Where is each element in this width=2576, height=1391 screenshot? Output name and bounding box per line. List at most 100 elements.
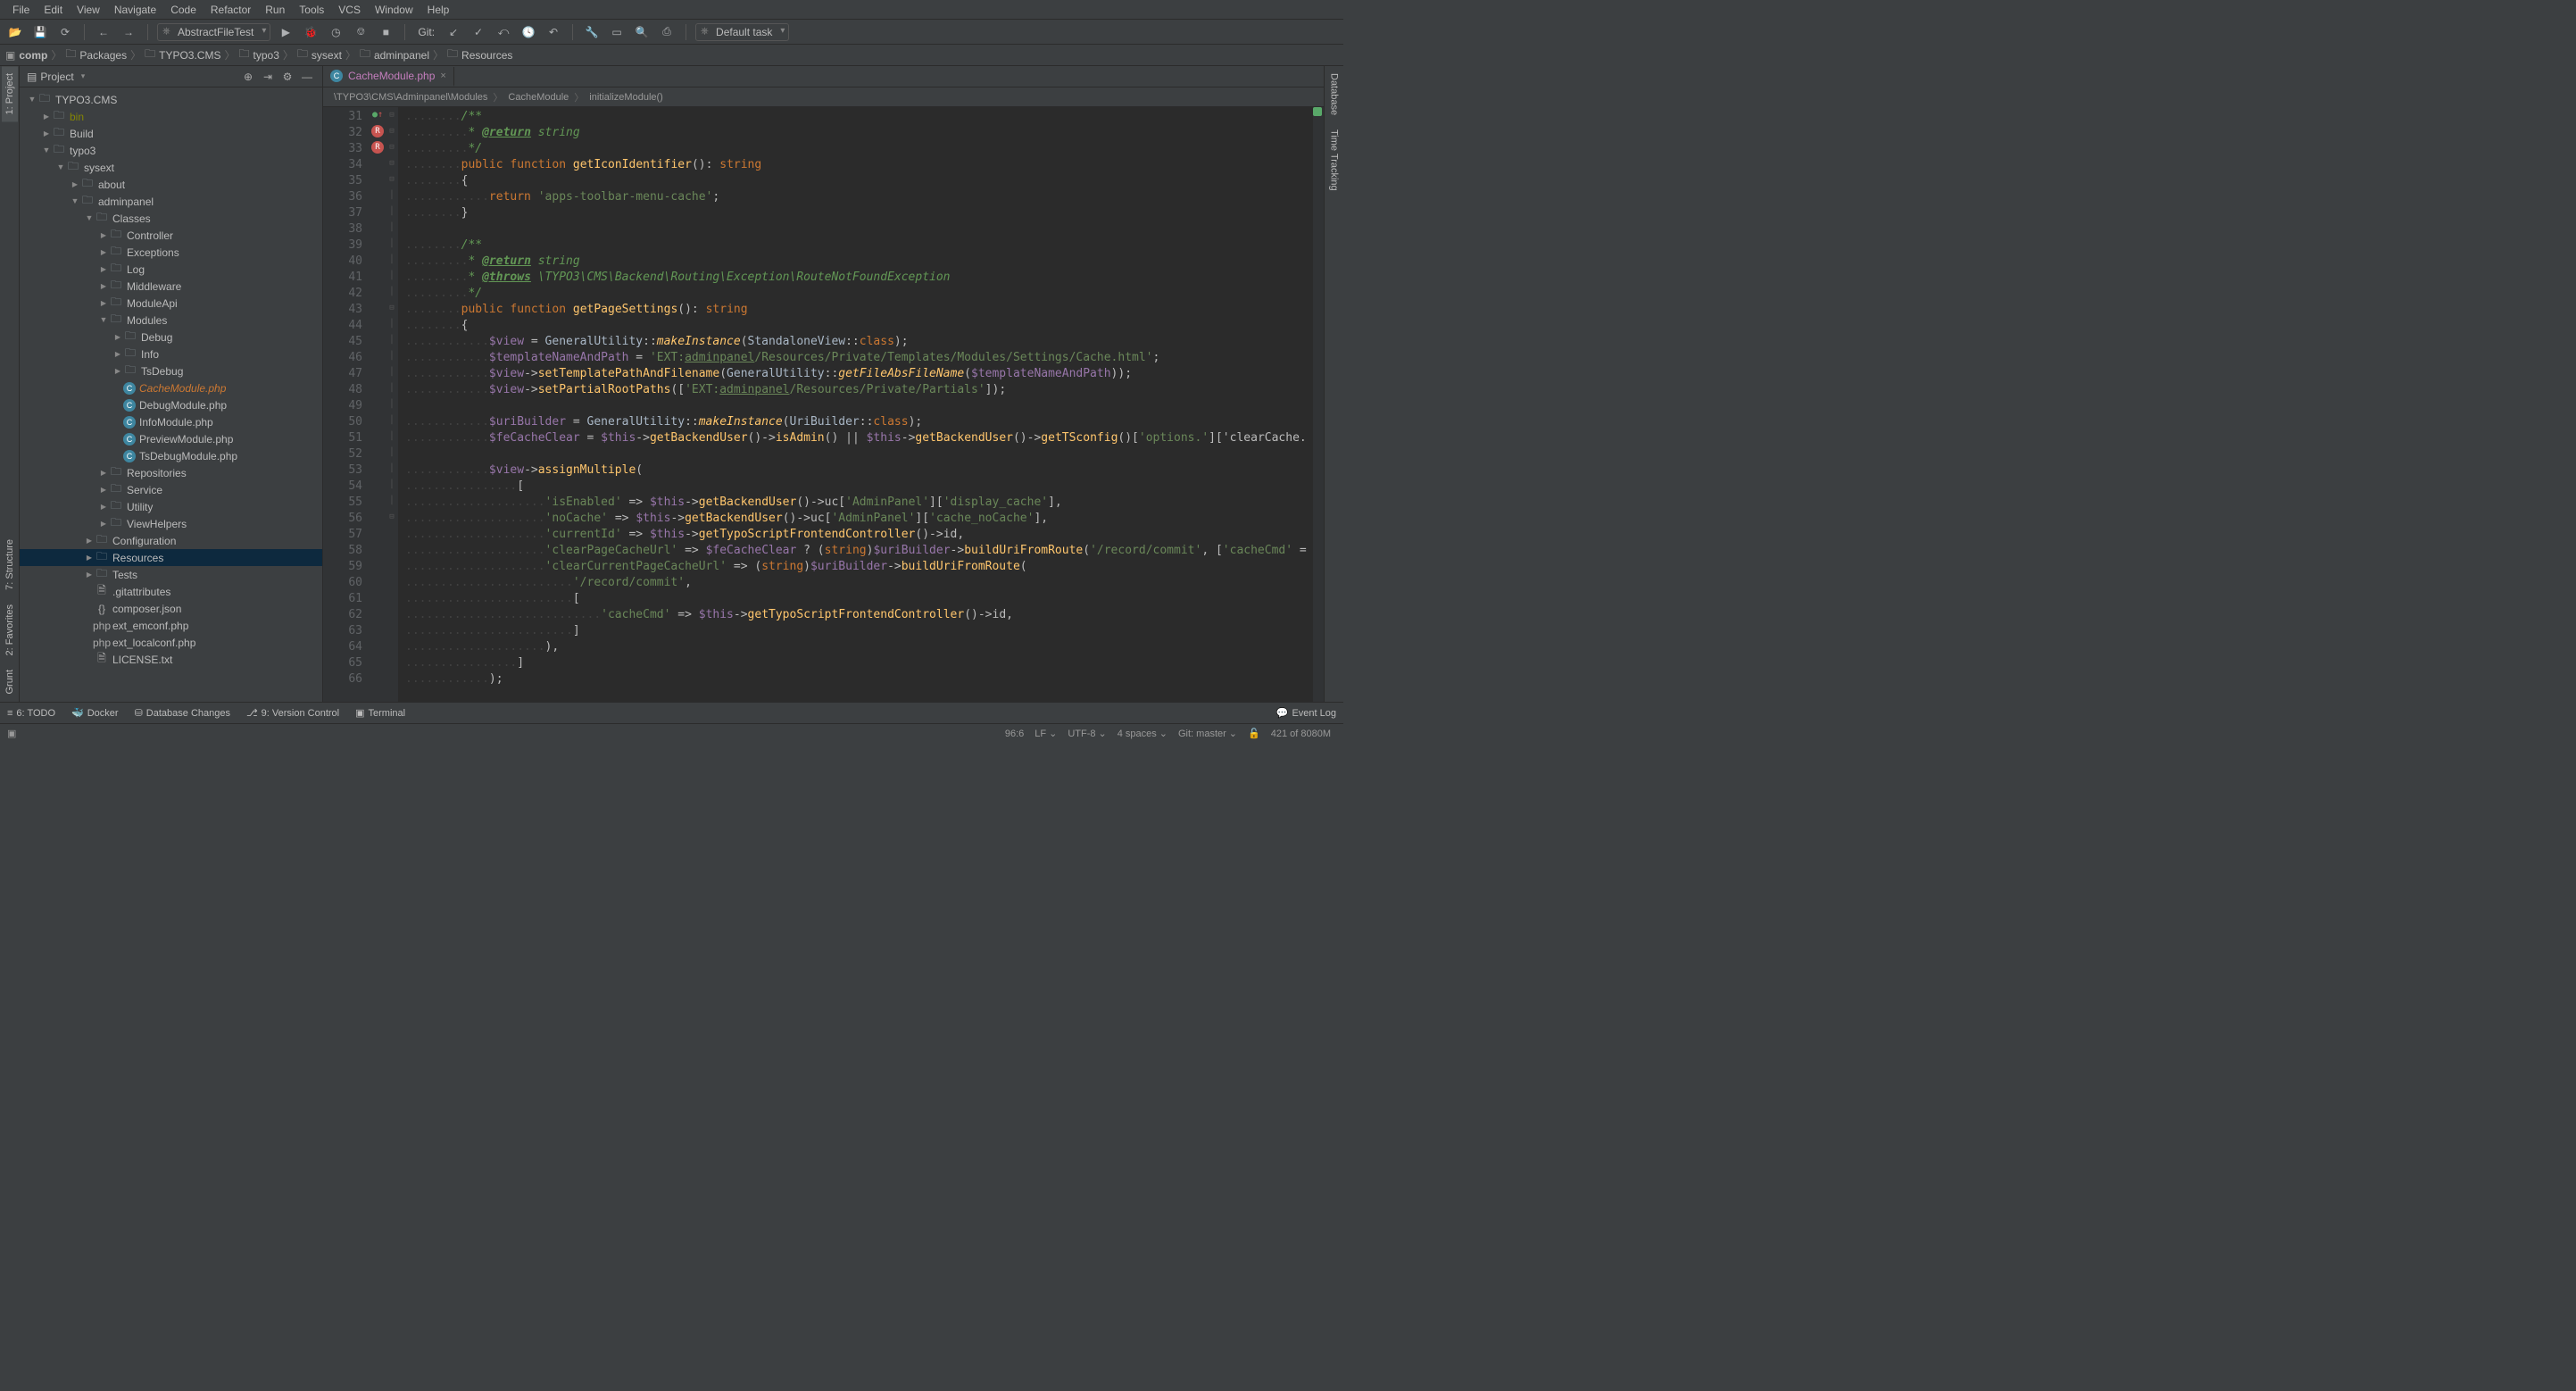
run-config-combo[interactable]: AbstractFileTest	[157, 23, 270, 41]
tree-file[interactable]: phpext_localconf.php	[20, 634, 322, 651]
breadcrumb-item[interactable]: ▣comp	[5, 49, 47, 62]
code-editor[interactable]: 3132333435363738394041424344454647484950…	[323, 107, 1324, 702]
chevron-right-icon[interactable]	[70, 179, 80, 189]
tree-folder[interactable]: 🗀Log	[20, 261, 322, 278]
tree-folder[interactable]: 🗀Tests	[20, 566, 322, 583]
tool-tab-database[interactable]: Database	[1326, 66, 1342, 122]
chevron-down-icon[interactable]	[27, 95, 37, 104]
collapse-icon[interactable]: ⇥	[260, 69, 276, 85]
project-tree[interactable]: 🗀TYPO3.CMS🗀bin🗀Build🗀typo3🗀sysext🗀about🗀…	[20, 87, 322, 702]
tree-folder[interactable]: 🗀about	[20, 176, 322, 193]
chevron-right-icon[interactable]	[98, 519, 109, 529]
tree-file[interactable]: CTsDebugModule.php	[20, 447, 322, 464]
event-log-button[interactable]: 💬Event Log	[1276, 707, 1336, 719]
tree-file[interactable]: CDebugModule.php	[20, 396, 322, 413]
bottom-tool-databasechanges[interactable]: ⛁Database Changes	[135, 707, 230, 719]
tree-folder[interactable]: 🗀typo3	[20, 142, 322, 159]
chevron-right-icon[interactable]	[98, 485, 109, 495]
breadcrumb-item[interactable]: 🗀TYPO3.CMS	[145, 46, 220, 64]
hide-icon[interactable]: —	[299, 69, 315, 85]
chevron-right-icon[interactable]	[98, 502, 109, 512]
tool-tab-favorites[interactable]: 2: Favorites	[2, 597, 18, 662]
chevron-right-icon[interactable]	[98, 298, 109, 308]
tree-folder[interactable]: 🗀Modules	[20, 312, 322, 329]
locate-icon[interactable]: ⊕	[240, 69, 256, 85]
chevron-down-icon[interactable]	[55, 162, 66, 172]
chevron-right-icon[interactable]	[98, 468, 109, 478]
tree-folder[interactable]: 🗀Configuration	[20, 532, 322, 549]
editor-tab[interactable]: C CacheModule.php ×	[323, 67, 454, 87]
tree-folder[interactable]: 🗀ViewHelpers	[20, 515, 322, 532]
tool-tab-timetracking[interactable]: Time Tracking	[1326, 122, 1342, 198]
toolwindows-icon[interactable]: ▣	[7, 728, 16, 739]
tree-folder[interactable]: 🗀Utility	[20, 498, 322, 515]
caret-pos[interactable]: 96:6	[1005, 729, 1024, 739]
chevron-right-icon[interactable]	[98, 281, 109, 291]
tree-folder[interactable]: 🗀Repositories	[20, 464, 322, 481]
menu-edit[interactable]: Edit	[37, 2, 70, 18]
chevron-down-icon[interactable]	[98, 315, 109, 325]
history-icon[interactable]: 🕓	[519, 22, 538, 42]
memory-indicator[interactable]: 421 of 8080M	[1271, 729, 1331, 739]
tree-file[interactable]: 🗎.gitattributes	[20, 583, 322, 600]
code-breadcrumb-item[interactable]: \TYPO3\CMS\Adminpanel\Modules	[334, 92, 487, 103]
tree-folder[interactable]: 🗀Build	[20, 125, 322, 142]
git-compare-icon[interactable]: ⤺	[494, 22, 513, 42]
menu-window[interactable]: Window	[368, 2, 420, 18]
palette-icon[interactable]: ▭	[607, 22, 627, 42]
tree-file[interactable]: {}composer.json	[20, 600, 322, 617]
code-breadcrumb-item[interactable]: initializeModule()	[589, 92, 663, 103]
chevron-right-icon[interactable]	[84, 570, 95, 579]
inspections-ok-icon[interactable]	[1313, 107, 1322, 116]
bottom-tool-versioncontrol[interactable]: ⎇9: Version Control	[246, 707, 339, 719]
search-icon[interactable]: 🔍	[632, 22, 652, 42]
open-icon[interactable]: 📂	[5, 22, 25, 42]
bottom-tool-todo[interactable]: ≡6: TODO	[7, 708, 55, 719]
tree-file[interactable]: CInfoModule.php	[20, 413, 322, 430]
code-breadcrumb-item[interactable]: CacheModule	[508, 92, 569, 103]
chevron-down-icon[interactable]	[41, 146, 52, 155]
menu-vcs[interactable]: VCS	[331, 2, 368, 18]
coverage-icon[interactable]: ◷	[326, 22, 345, 42]
tree-file[interactable]: CCacheModule.php	[20, 379, 322, 396]
profile-icon[interactable]: ⎊	[351, 22, 370, 42]
tree-file[interactable]: phpext_emconf.php	[20, 617, 322, 634]
menu-file[interactable]: File	[5, 2, 37, 18]
tree-folder[interactable]: 🗀Exceptions	[20, 244, 322, 261]
menu-code[interactable]: Code	[163, 2, 204, 18]
indent[interactable]: 4 spaces ⌄	[1118, 728, 1168, 739]
tool-tab-project[interactable]: 1: Project	[2, 66, 18, 121]
chevron-right-icon[interactable]	[98, 264, 109, 274]
breadcrumb-item[interactable]: 🗀adminpanel	[360, 46, 429, 64]
editor-breadcrumb[interactable]: \TYPO3\CMS\Adminpanel\Modules〉CacheModul…	[323, 87, 1324, 107]
git-commit-icon[interactable]: ✓	[469, 22, 488, 42]
menu-run[interactable]: Run	[258, 2, 292, 18]
sync-icon[interactable]: ⟳	[55, 22, 75, 42]
gear-icon[interactable]: ⚙	[279, 69, 295, 85]
revert-icon[interactable]: ↶	[544, 22, 563, 42]
chevron-down-icon[interactable]	[70, 196, 80, 206]
code-text[interactable]: ......../**.........* @return string....…	[398, 107, 1313, 702]
bottom-tool-docker[interactable]: 🐳Docker	[71, 707, 119, 719]
chevron-right-icon[interactable]	[112, 332, 123, 342]
chevron-right-icon[interactable]	[112, 366, 123, 376]
menu-refactor[interactable]: Refactor	[204, 2, 258, 18]
tree-folder[interactable]: 🗀Info	[20, 346, 322, 362]
tree-folder[interactable]: 🗀Debug	[20, 329, 322, 346]
tree-folder[interactable]: 🗀bin	[20, 108, 322, 125]
line-sep[interactable]: LF ⌄	[1035, 728, 1057, 739]
project-panel-title[interactable]: ▤ Project	[27, 71, 237, 83]
menu-navigate[interactable]: Navigate	[107, 2, 163, 18]
back-icon[interactable]: ←	[94, 22, 113, 42]
bottom-tool-terminal[interactable]: ▣Terminal	[355, 707, 405, 719]
chevron-right-icon[interactable]	[98, 230, 109, 240]
menu-view[interactable]: View	[70, 2, 107, 18]
git-update-icon[interactable]: ↙	[444, 22, 463, 42]
error-stripe[interactable]	[1313, 107, 1324, 702]
tree-folder[interactable]: 🗀Controller	[20, 227, 322, 244]
menu-tools[interactable]: Tools	[292, 2, 331, 18]
tree-folder[interactable]: 🗀TsDebug	[20, 362, 322, 379]
chevron-down-icon[interactable]	[84, 213, 95, 223]
menu-help[interactable]: Help	[420, 2, 457, 18]
tool-tab-grunt[interactable]: Grunt	[2, 662, 18, 702]
